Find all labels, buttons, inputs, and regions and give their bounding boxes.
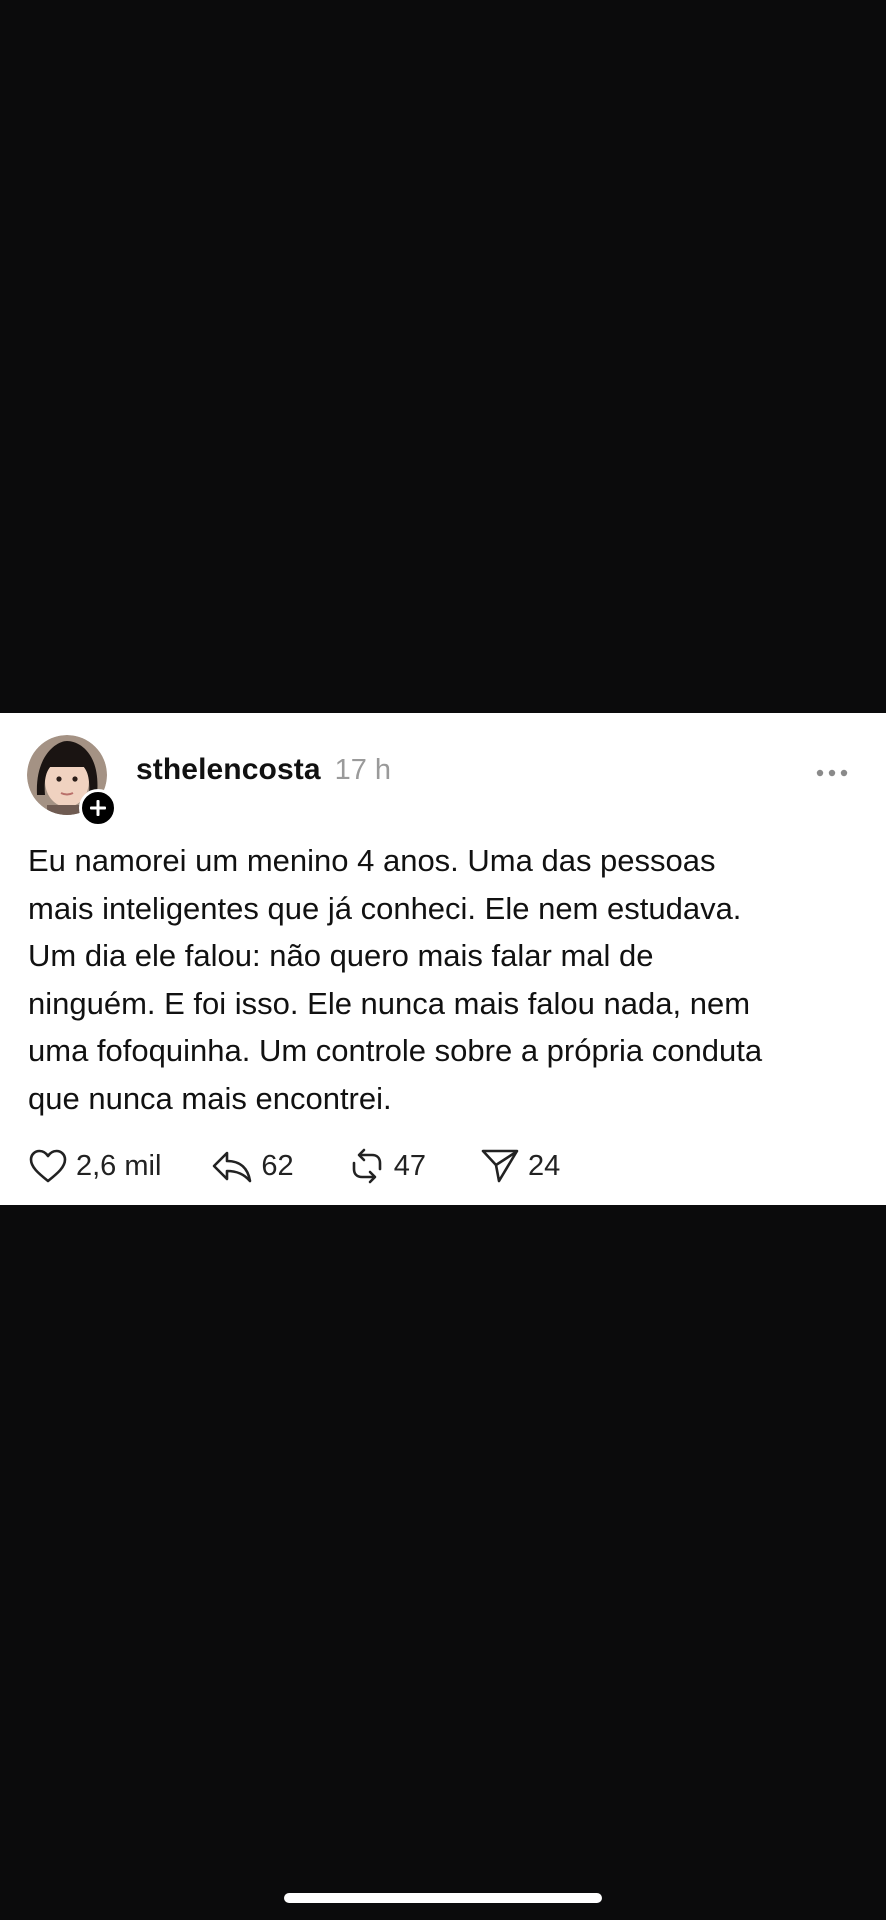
plus-icon: [90, 800, 106, 816]
like-button[interactable]: 2,6 mil: [28, 1148, 161, 1184]
post-actions: 2,6 mil 62 47 24: [28, 1145, 560, 1187]
post-timestamp: 17 h: [334, 754, 392, 786]
repost-icon: [352, 1148, 381, 1184]
screen: sthelencosta 17 h Eu namorei um menino 4…: [0, 0, 886, 1920]
reply-count: 62: [261, 1149, 294, 1182]
post-header: sthelencosta 17 h: [136, 753, 391, 793]
post-text-line: Um dia ele falou: não quero mais falar m…: [28, 938, 654, 973]
heart-icon: [29, 1149, 67, 1183]
author-avatar[interactable]: [27, 735, 117, 827]
reply-button[interactable]: 62: [211, 1148, 294, 1184]
post-text-line: ninguém. E foi isso. Ele nunca mais falo…: [28, 985, 751, 1021]
share-count: 24: [527, 1149, 561, 1182]
more-horizontal-icon: [816, 769, 848, 777]
post-body: Eu namorei um menino 4 anos. Uma das pes…: [28, 837, 868, 1122]
username[interactable]: sthelencosta: [136, 753, 321, 787]
reply-icon: [213, 1151, 252, 1183]
send-icon: [481, 1149, 519, 1183]
like-count: 2,6 mil: [76, 1149, 162, 1182]
repost-button[interactable]: 47: [348, 1147, 426, 1185]
post-text-line: uma fofoquinha. Um controle sobre a próp…: [28, 1033, 763, 1068]
post-text-line: que nunca mais encontrei.: [28, 1080, 392, 1116]
share-button[interactable]: 24: [480, 1147, 560, 1185]
repost-count: 47: [393, 1149, 426, 1182]
post-text-line: mais inteligentes que já conheci. Ele ne…: [28, 890, 742, 926]
home-indicator[interactable]: [284, 1893, 602, 1903]
post-card: sthelencosta 17 h Eu namorei um menino 4…: [0, 713, 886, 1205]
follow-button[interactable]: [79, 789, 117, 827]
post-text-line: Eu namorei um menino 4 anos. Uma das pes…: [28, 843, 716, 878]
more-options-button[interactable]: [812, 763, 852, 783]
